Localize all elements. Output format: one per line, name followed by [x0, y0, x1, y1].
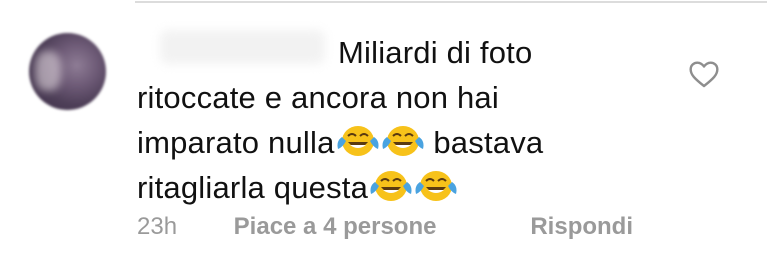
comment-line-4: ritagliarla questa — [137, 165, 607, 210]
face-with-tears-of-joy-icon — [415, 171, 457, 201]
comment-frame: Miliardi di foto ritoccate e ancora non … — [0, 0, 767, 262]
face-with-tears-of-joy-icon — [382, 126, 424, 156]
top-divider — [135, 1, 767, 3]
comment-line-2: ritoccate e ancora non hai — [137, 80, 499, 115]
face-with-tears-of-joy-icon — [337, 126, 379, 156]
avatar-blur-overlay — [35, 51, 61, 91]
reply-button[interactable]: Rispondi — [530, 210, 633, 244]
comment-line-3-text: imparato nulla — [137, 125, 335, 160]
heart-icon[interactable] — [688, 58, 720, 90]
comment-line-1: Miliardi di foto — [338, 35, 533, 70]
comment-timestamp: 23h — [137, 213, 178, 240]
avatar[interactable] — [29, 33, 106, 110]
comment-line-3b-text: bastava — [433, 125, 544, 160]
comment-text: Miliardi di foto ritoccate e ancora non … — [137, 30, 607, 210]
face-with-tears-of-joy-icon — [370, 171, 412, 201]
comment-meta: 23h Piace a 4 persone Rispondi — [137, 210, 633, 244]
comment-line-3: imparato nulla bastava — [137, 120, 607, 165]
likes-count-button[interactable]: Piace a 4 persone — [234, 210, 524, 244]
comment-line-4-text: ritagliarla questa — [137, 170, 369, 205]
